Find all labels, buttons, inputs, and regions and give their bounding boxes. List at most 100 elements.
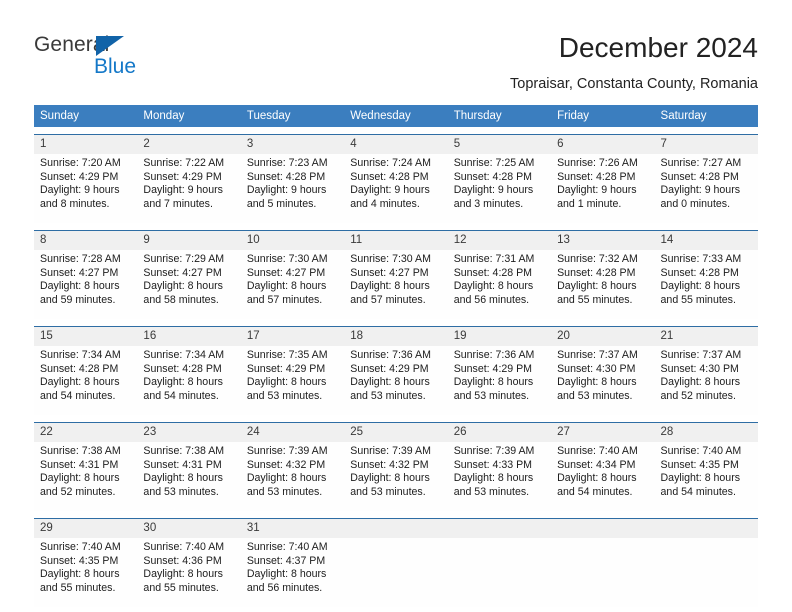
daylight-text-line1: Daylight: 8 hours — [246, 472, 327, 485]
day-cell[interactable]: Sunrise: 7:30 AM Sunset: 4:27 PM Dayligh… — [344, 250, 447, 319]
daylight-text-line1: Daylight: 8 hours — [453, 472, 534, 485]
day-cell[interactable]: Sunrise: 7:34 AM Sunset: 4:28 PM Dayligh… — [34, 346, 137, 415]
day-number[interactable]: 7 — [655, 135, 758, 154]
daylight-text-line2: and 54 minutes. — [40, 389, 116, 402]
day-number[interactable]: 1 — [34, 135, 137, 154]
daylight-text-line1: Daylight: 9 hours — [143, 184, 223, 197]
day-number[interactable]: 23 — [137, 423, 240, 442]
day-cell[interactable]: Sunrise: 7:38 AM Sunset: 4:31 PM Dayligh… — [137, 442, 240, 511]
day-number[interactable]: 27 — [551, 423, 654, 442]
daylight-text-line1: Daylight: 8 hours — [143, 376, 223, 389]
daylight-text-line1: Daylight: 8 hours — [246, 376, 327, 389]
daylight-text-line2: and 54 minutes. — [660, 485, 736, 498]
day-number[interactable]: 19 — [448, 327, 551, 346]
sunrise-text: Sunrise: 7:27 AM — [660, 157, 742, 169]
day-cell[interactable]: Sunrise: 7:29 AM Sunset: 4:27 PM Dayligh… — [137, 250, 240, 319]
sunset-text: Sunset: 4:37 PM — [246, 554, 326, 567]
day-cell[interactable]: Sunrise: 7:40 AM Sunset: 4:34 PM Dayligh… — [551, 442, 654, 511]
day-cell[interactable]: Sunrise: 7:39 AM Sunset: 4:32 PM Dayligh… — [344, 442, 447, 511]
sunset-text: Sunset: 4:36 PM — [143, 554, 222, 567]
sunset-text: Sunset: 4:28 PM — [557, 266, 636, 279]
daylight-text-line1: Daylight: 9 hours — [40, 184, 120, 197]
day-cell[interactable]: Sunrise: 7:28 AM Sunset: 4:27 PM Dayligh… — [34, 250, 137, 319]
sunrise-text: Sunrise: 7:22 AM — [143, 157, 225, 169]
day-cell[interactable]: Sunrise: 7:35 AM Sunset: 4:29 PM Dayligh… — [241, 346, 344, 415]
day-cell[interactable]: Sunrise: 7:34 AM Sunset: 4:28 PM Dayligh… — [137, 346, 240, 415]
general-blue-logo: General Blue — [34, 33, 234, 87]
day-number[interactable]: 15 — [34, 327, 137, 346]
day-number[interactable]: 6 — [551, 135, 654, 154]
day-cell[interactable]: Sunrise: 7:24 AM Sunset: 4:28 PM Dayligh… — [344, 154, 447, 223]
sunrise-text: Sunrise: 7:32 AM — [557, 253, 638, 265]
day-number[interactable]: 29 — [34, 519, 137, 538]
day-cell[interactable]: Sunrise: 7:36 AM Sunset: 4:29 PM Dayligh… — [344, 346, 447, 415]
day-cell[interactable]: Sunrise: 7:38 AM Sunset: 4:31 PM Dayligh… — [34, 442, 137, 511]
day-cell[interactable]: Sunrise: 7:20 AM Sunset: 4:29 PM Dayligh… — [34, 154, 137, 223]
day-number[interactable]: 13 — [551, 231, 654, 250]
weekday-header-monday: Monday — [143, 110, 185, 122]
day-number[interactable]: 3 — [241, 135, 344, 154]
day-cell[interactable]: Sunrise: 7:36 AM Sunset: 4:29 PM Dayligh… — [448, 346, 551, 415]
sunrise-text: Sunrise: 7:33 AM — [660, 253, 742, 265]
sunset-text: Sunset: 4:28 PM — [660, 170, 739, 183]
day-cell[interactable]: Sunrise: 7:39 AM Sunset: 4:32 PM Dayligh… — [241, 442, 344, 511]
week-day-details: Sunrise: 7:34 AM Sunset: 4:28 PM Dayligh… — [34, 346, 758, 415]
day-number[interactable]: 21 — [655, 327, 758, 346]
day-cell[interactable]: Sunrise: 7:23 AM Sunset: 4:28 PM Dayligh… — [241, 154, 344, 223]
daylight-text-line2: and 55 minutes. — [143, 581, 219, 594]
day-number[interactable]: 30 — [137, 519, 240, 538]
weekday-header-tuesday: Tuesday — [246, 110, 291, 122]
daylight-text-line2: and 0 minutes. — [660, 197, 731, 210]
day-number[interactable]: 28 — [655, 423, 758, 442]
day-number[interactable]: 24 — [241, 423, 344, 442]
sunrise-text: Sunrise: 7:30 AM — [246, 253, 328, 265]
day-cell[interactable]: Sunrise: 7:33 AM Sunset: 4:28 PM Dayligh… — [655, 250, 758, 319]
day-cell[interactable]: Sunrise: 7:27 AM Sunset: 4:28 PM Dayligh… — [655, 154, 758, 223]
day-cell[interactable]: Sunrise: 7:39 AM Sunset: 4:33 PM Dayligh… — [448, 442, 551, 511]
day-number[interactable]: 25 — [344, 423, 447, 442]
weekday-header-wednesday: Wednesday — [350, 110, 411, 122]
day-cell[interactable]: Sunrise: 7:40 AM Sunset: 4:35 PM Dayligh… — [655, 442, 758, 511]
day-number[interactable]: 17 — [241, 327, 344, 346]
weekday-header-sunday: Sunday — [40, 110, 80, 122]
daylight-text-line1: Daylight: 8 hours — [143, 568, 223, 581]
day-number[interactable]: 8 — [34, 231, 137, 250]
day-number-empty — [344, 519, 447, 538]
day-cell[interactable]: Sunrise: 7:37 AM Sunset: 4:30 PM Dayligh… — [655, 346, 758, 415]
weekday-header-row: Sunday Monday Tuesday Wednesday Thursday… — [34, 105, 758, 127]
day-number[interactable]: 18 — [344, 327, 447, 346]
day-cell[interactable]: Sunrise: 7:25 AM Sunset: 4:28 PM Dayligh… — [448, 154, 551, 223]
day-cell[interactable]: Sunrise: 7:40 AM Sunset: 4:36 PM Dayligh… — [137, 538, 240, 607]
page-subtitle: Topraisar, Constanta County, Romania — [510, 76, 758, 92]
daylight-text-line2: and 52 minutes. — [40, 485, 116, 498]
day-cell[interactable]: Sunrise: 7:31 AM Sunset: 4:28 PM Dayligh… — [448, 250, 551, 319]
sunrise-text: Sunrise: 7:39 AM — [246, 445, 328, 457]
day-number[interactable]: 16 — [137, 327, 240, 346]
day-number[interactable]: 2 — [137, 135, 240, 154]
day-number[interactable]: 22 — [34, 423, 137, 442]
day-number[interactable]: 20 — [551, 327, 654, 346]
day-cell[interactable]: Sunrise: 7:30 AM Sunset: 4:27 PM Dayligh… — [241, 250, 344, 319]
daylight-text-line1: Daylight: 9 hours — [246, 184, 327, 197]
day-number[interactable]: 4 — [344, 135, 447, 154]
day-number[interactable]: 11 — [344, 231, 447, 250]
day-cell[interactable]: Sunrise: 7:40 AM Sunset: 4:37 PM Dayligh… — [241, 538, 344, 607]
day-cell[interactable]: Sunrise: 7:37 AM Sunset: 4:30 PM Dayligh… — [551, 346, 654, 415]
daylight-text-line1: Daylight: 8 hours — [246, 280, 327, 293]
day-number[interactable]: 26 — [448, 423, 551, 442]
day-cell[interactable]: Sunrise: 7:22 AM Sunset: 4:29 PM Dayligh… — [137, 154, 240, 223]
day-number[interactable]: 31 — [241, 519, 344, 538]
day-number[interactable]: 14 — [655, 231, 758, 250]
day-number[interactable]: 10 — [241, 231, 344, 250]
sunrise-text: Sunrise: 7:34 AM — [40, 349, 121, 361]
daylight-text-line2: and 53 minutes. — [143, 485, 219, 498]
day-number[interactable]: 9 — [137, 231, 240, 250]
daylight-text-line1: Daylight: 8 hours — [660, 280, 741, 293]
day-number[interactable]: 12 — [448, 231, 551, 250]
day-cell[interactable]: Sunrise: 7:32 AM Sunset: 4:28 PM Dayligh… — [551, 250, 654, 319]
sunrise-text: Sunrise: 7:39 AM — [350, 445, 431, 457]
sunset-text: Sunset: 4:32 PM — [246, 458, 326, 471]
day-cell[interactable]: Sunrise: 7:26 AM Sunset: 4:28 PM Dayligh… — [551, 154, 654, 223]
day-cell[interactable]: Sunrise: 7:40 AM Sunset: 4:35 PM Dayligh… — [34, 538, 137, 607]
day-number[interactable]: 5 — [448, 135, 551, 154]
